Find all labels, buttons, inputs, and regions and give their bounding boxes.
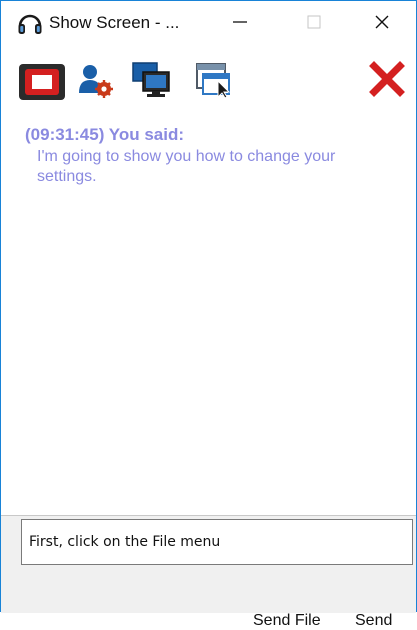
window-pointer-icon: [194, 63, 238, 103]
user-settings-button[interactable]: [75, 59, 115, 99]
composer-area: Send File Send: [1, 516, 416, 629]
show-screen-window: Show Screen - ... (09:31:45) You said: I…: [0, 0, 417, 629]
title-bar[interactable]: Show Screen - ...: [1, 1, 416, 47]
user-settings-icon: [75, 65, 115, 103]
send-button[interactable]: Send: [355, 612, 392, 630]
minimize-button[interactable]: [209, 1, 271, 47]
maximize-icon: [307, 15, 321, 34]
maximize-button[interactable]: [283, 1, 345, 47]
close-button[interactable]: [351, 1, 413, 47]
send-file-button[interactable]: Send File: [253, 612, 321, 630]
headset-icon: [17, 13, 43, 35]
window-title: Show Screen - ...: [49, 13, 180, 32]
close-icon: [374, 14, 390, 35]
message-header: (09:31:45) You said:: [25, 125, 185, 144]
message-text: I'm going to show you how to change your…: [37, 148, 336, 185]
message-input[interactable]: [21, 519, 413, 565]
monitors-button[interactable]: [131, 59, 171, 99]
red-x-icon: [367, 61, 407, 103]
toolbar: [1, 59, 416, 103]
stop-sharing-button[interactable]: [367, 59, 407, 99]
monitors-icon: [131, 62, 175, 103]
minimize-icon: [232, 14, 248, 35]
share-screen-button[interactable]: [18, 63, 66, 101]
window-select-button[interactable]: [194, 59, 234, 99]
chat-transcript[interactable]: (09:31:45) You said: I'm going to show y…: [1, 113, 416, 516]
screen-share-icon: [18, 64, 66, 105]
